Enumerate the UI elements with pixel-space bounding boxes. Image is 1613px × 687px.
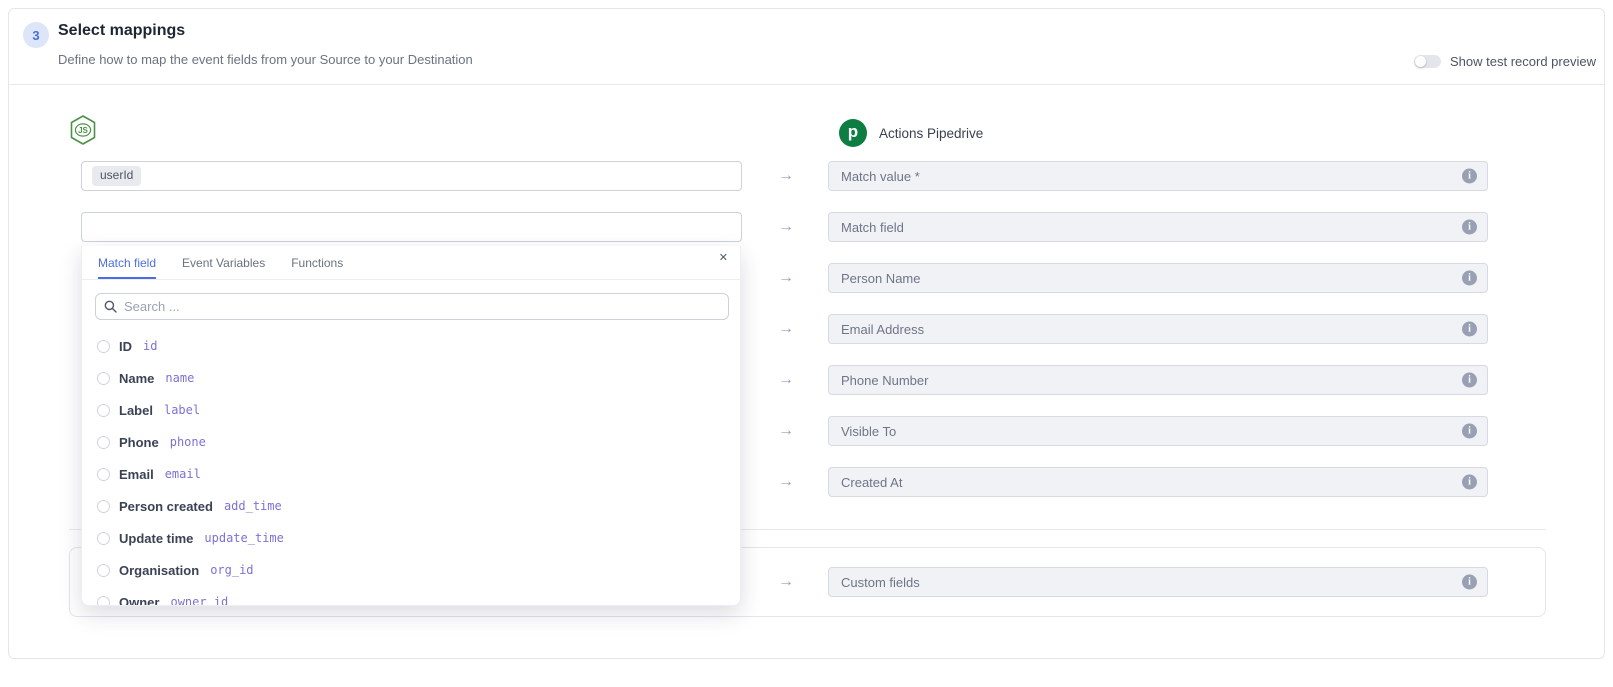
destination-field-phone-number[interactable]: Phone Number i bbox=[828, 365, 1488, 395]
destination-header: p Actions Pipedrive bbox=[839, 119, 983, 147]
destination-field-match-field[interactable]: Match field i bbox=[828, 212, 1488, 242]
item-label: Update time bbox=[119, 531, 193, 546]
list-item-organisation[interactable]: Organisation org_id bbox=[82, 556, 740, 584]
item-code: id bbox=[143, 339, 157, 353]
radio-icon[interactable] bbox=[97, 404, 110, 417]
info-icon[interactable]: i bbox=[1462, 575, 1477, 590]
section-header: 3 Select mappings Define how to map the … bbox=[9, 9, 1604, 85]
arrow-icon: → bbox=[773, 474, 799, 490]
search-box bbox=[95, 293, 729, 320]
destination-title: Actions Pipedrive bbox=[879, 126, 983, 141]
destination-field-label: Phone Number bbox=[841, 373, 928, 388]
info-icon[interactable]: i bbox=[1462, 322, 1477, 337]
search-input[interactable] bbox=[124, 299, 720, 314]
page-title: Select mappings bbox=[58, 22, 185, 40]
item-label: Label bbox=[119, 403, 153, 418]
radio-icon[interactable] bbox=[97, 468, 110, 481]
page-subtitle: Define how to map the event fields from … bbox=[58, 52, 473, 67]
info-icon[interactable]: i bbox=[1462, 271, 1477, 286]
arrow-icon: → bbox=[773, 321, 799, 337]
destination-field-label: Created At bbox=[841, 475, 902, 490]
radio-icon[interactable] bbox=[97, 436, 110, 449]
item-label: Owner bbox=[119, 595, 159, 607]
destination-field-visible-to[interactable]: Visible To i bbox=[828, 416, 1488, 446]
test-record-preview-toggle[interactable] bbox=[1414, 55, 1441, 68]
item-label: Email bbox=[119, 467, 154, 482]
item-label: Person created bbox=[119, 499, 213, 514]
destination-field-custom-fields[interactable]: Custom fields i bbox=[828, 567, 1488, 597]
toggle-label: Show test record preview bbox=[1450, 54, 1596, 69]
item-label: Name bbox=[119, 371, 154, 386]
item-code: name bbox=[165, 371, 194, 385]
list-item-owner[interactable]: Owner owner_id bbox=[82, 588, 740, 606]
userid-chip[interactable]: userId bbox=[92, 166, 141, 185]
search-icon bbox=[104, 300, 117, 313]
arrow-icon: → bbox=[773, 219, 799, 235]
destination-field-label: Email Address bbox=[841, 322, 924, 337]
field-picker-dropdown: Match field Event Variables Functions ✕ … bbox=[81, 246, 741, 606]
info-icon[interactable]: i bbox=[1462, 373, 1477, 388]
item-label: Organisation bbox=[119, 563, 199, 578]
item-code: phone bbox=[170, 435, 206, 449]
destination-field-label: Match value * bbox=[841, 169, 920, 184]
source-input-userid[interactable]: userId bbox=[81, 161, 742, 191]
radio-icon[interactable] bbox=[97, 500, 110, 513]
radio-icon[interactable] bbox=[97, 372, 110, 385]
item-label: Phone bbox=[119, 435, 159, 450]
source-input-active[interactable] bbox=[81, 212, 742, 242]
item-code: email bbox=[165, 467, 201, 481]
arrow-icon: → bbox=[773, 270, 799, 286]
radio-icon[interactable] bbox=[97, 532, 110, 545]
destination-field-label: Custom fields bbox=[841, 575, 920, 590]
svg-text:JS: JS bbox=[78, 126, 88, 135]
info-icon[interactable]: i bbox=[1462, 475, 1477, 490]
arrow-icon: → bbox=[773, 372, 799, 388]
item-code: add_time bbox=[224, 499, 282, 513]
pipedrive-icon: p bbox=[839, 119, 867, 147]
radio-icon[interactable] bbox=[97, 340, 110, 353]
tab-event-variables[interactable]: Event Variables bbox=[182, 256, 265, 279]
radio-icon[interactable] bbox=[97, 564, 110, 577]
destination-field-person-name[interactable]: Person Name i bbox=[828, 263, 1488, 293]
item-label: ID bbox=[119, 339, 132, 354]
item-code: label bbox=[164, 403, 200, 417]
destination-field-label: Visible To bbox=[841, 424, 896, 439]
info-icon[interactable]: i bbox=[1462, 220, 1477, 235]
nodejs-icon: JS bbox=[69, 114, 97, 146]
tab-match-field[interactable]: Match field bbox=[98, 256, 156, 279]
page-container: 3 Select mappings Define how to map the … bbox=[8, 8, 1605, 659]
destination-field-email-address[interactable]: Email Address i bbox=[828, 314, 1488, 344]
destination-field-created-at[interactable]: Created At i bbox=[828, 467, 1488, 497]
toggle-knob-icon bbox=[1415, 56, 1426, 67]
item-code: update_time bbox=[204, 531, 283, 545]
close-icon[interactable]: ✕ bbox=[719, 253, 728, 264]
list-item-email[interactable]: Email email bbox=[82, 460, 740, 488]
destination-field-match-value[interactable]: Match value * i bbox=[828, 161, 1488, 191]
destination-field-label: Match field bbox=[841, 220, 904, 235]
arrow-icon: → bbox=[773, 168, 799, 184]
destination-field-label: Person Name bbox=[841, 271, 920, 286]
item-code: org_id bbox=[210, 563, 253, 577]
arrow-icon: → bbox=[773, 574, 799, 590]
tab-functions[interactable]: Functions bbox=[291, 256, 343, 279]
list-item-update-time[interactable]: Update time update_time bbox=[82, 524, 740, 552]
field-list: ID id Name name Label label Phone phone … bbox=[82, 332, 740, 606]
info-icon[interactable]: i bbox=[1462, 424, 1477, 439]
list-item-name[interactable]: Name name bbox=[82, 364, 740, 392]
info-icon[interactable]: i bbox=[1462, 169, 1477, 184]
list-item-id[interactable]: ID id bbox=[82, 332, 740, 360]
item-code: owner_id bbox=[170, 595, 228, 606]
dropdown-tabs: Match field Event Variables Functions ✕ bbox=[82, 246, 740, 280]
radio-icon[interactable] bbox=[97, 596, 110, 607]
list-item-person-created[interactable]: Person created add_time bbox=[82, 492, 740, 520]
step-badge: 3 bbox=[23, 22, 49, 48]
arrow-icon: → bbox=[773, 423, 799, 439]
list-item-label[interactable]: Label label bbox=[82, 396, 740, 424]
list-item-phone[interactable]: Phone phone bbox=[82, 428, 740, 456]
